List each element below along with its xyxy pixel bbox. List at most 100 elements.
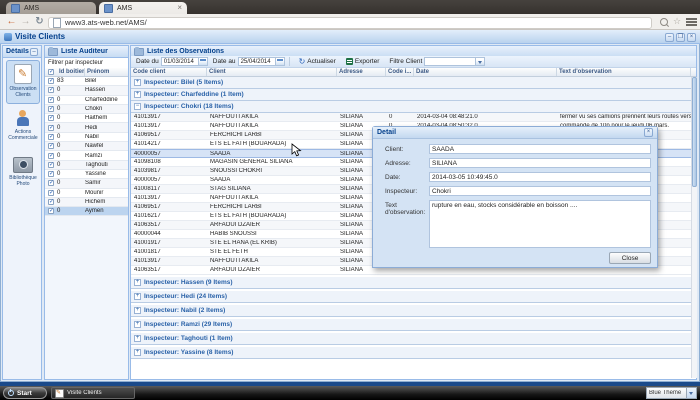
window-minimize-button[interactable]: – xyxy=(665,33,674,42)
checkbox-icon[interactable]: ✓ xyxy=(48,190,54,196)
expand-group-icon[interactable]: + xyxy=(134,321,141,328)
expand-group-icon[interactable]: + xyxy=(134,349,141,356)
refresh-button[interactable]: ↻ xyxy=(33,15,46,28)
window-close-button[interactable]: × xyxy=(687,33,696,42)
column-header[interactable]: Code i... xyxy=(386,68,414,76)
date-to-field[interactable]: 25/04/2014 xyxy=(238,57,276,66)
checkbox-icon[interactable]: ✓ xyxy=(48,208,54,214)
checkbox-icon[interactable]: ✓ xyxy=(48,78,54,84)
checkbox-icon[interactable]: ✓ xyxy=(48,171,54,177)
chevron-down-icon[interactable] xyxy=(476,57,485,66)
column-header[interactable]: Client xyxy=(207,68,337,76)
observation-text-field[interactable]: rupture en eau, stocks considérable en b… xyxy=(429,200,651,248)
auditor-row[interactable]: ✓0Aymen xyxy=(45,207,128,216)
expand-group-icon[interactable]: + xyxy=(134,335,141,342)
auditor-row[interactable]: ✓0Taghouti xyxy=(45,161,128,170)
export-button[interactable]: Exporter xyxy=(343,57,383,66)
theme-selector[interactable]: Blue Theme xyxy=(646,387,697,399)
forward-button[interactable]: → xyxy=(19,15,32,28)
group-header-row[interactable]: +Inspecteur: Yassine (8 Items) xyxy=(131,347,691,359)
close-icon[interactable]: × xyxy=(644,128,653,137)
client-field[interactable]: SAADA xyxy=(429,144,651,154)
date-field[interactable]: 2014-03-05 10:49:45.0 xyxy=(429,172,651,182)
checkbox-icon[interactable]: ✓ xyxy=(48,199,54,205)
checkbox-icon[interactable]: ✓ xyxy=(48,115,54,121)
expand-group-icon[interactable]: + xyxy=(134,91,141,98)
column-header[interactable]: Adresse xyxy=(337,68,386,76)
group-header-row[interactable]: +Inspecteur: Taghouti (1 Item) xyxy=(131,333,691,345)
calendar-icon[interactable] xyxy=(276,57,285,66)
search-icon[interactable] xyxy=(660,18,668,26)
client-filter-combo[interactable] xyxy=(424,57,476,66)
window-restore-button[interactable]: ❐ xyxy=(676,33,685,42)
column-header[interactable]: Prénom xyxy=(85,68,128,76)
column-header[interactable]: Text d'observation xyxy=(557,68,691,76)
tab-close-icon[interactable]: × xyxy=(177,4,182,12)
auditor-row[interactable]: ✓0Haithem xyxy=(45,114,128,123)
observation-text-label: Text d'observation: xyxy=(385,200,429,248)
sidebar-item-bibliotheque-photo[interactable]: Bibliothèque Photo xyxy=(6,152,40,196)
collapse-panel-button[interactable]: – xyxy=(30,48,38,56)
calendar-icon[interactable] xyxy=(199,57,208,66)
auditor-row[interactable]: ✓0Samir xyxy=(45,179,128,188)
column-header[interactable]: Code client xyxy=(131,68,207,76)
auditor-row[interactable]: ✓0Ramzi xyxy=(45,151,128,160)
expand-group-icon[interactable]: + xyxy=(134,79,141,86)
auditor-row[interactable]: ✓0Chokri xyxy=(45,105,128,114)
refresh-data-button[interactable]: ↻ Actualiser xyxy=(296,57,339,67)
auditor-row[interactable]: ✓0Nawfel xyxy=(45,142,128,151)
auditor-row[interactable]: ✓0Charfeddine xyxy=(45,96,128,105)
auditor-row[interactable]: ✓0Hedi xyxy=(45,123,128,132)
table-cell: SNOUSSI CHOKRI xyxy=(207,168,337,174)
auditor-row[interactable]: ✓0Hassen xyxy=(45,86,128,95)
scrollbar-thumb[interactable] xyxy=(692,77,697,187)
checkbox-icon[interactable]: ✓ xyxy=(48,143,54,149)
group-header-row[interactable]: +Inspecteur: Hassen (9 Items) xyxy=(131,277,691,289)
group-header-row[interactable]: +Inspecteur: Ramzi (29 Items) xyxy=(131,319,691,331)
menu-icon[interactable] xyxy=(686,18,697,20)
date-from-field[interactable]: 01/03/2014 xyxy=(161,57,199,66)
checkbox-icon[interactable]: ✓ xyxy=(48,153,54,159)
checkbox-icon[interactable]: ✓ xyxy=(48,106,54,112)
checkbox-icon[interactable]: ✓ xyxy=(48,180,54,186)
browser-tab[interactable]: AMS xyxy=(6,2,96,14)
column-header[interactable]: Id boitier xyxy=(57,68,85,76)
sidebar-item-actions-commerciale[interactable]: Actions Commerciale xyxy=(6,106,40,150)
bookmark-star-icon[interactable]: ☆ xyxy=(673,17,681,26)
auditor-row[interactable]: ✓0Hichem xyxy=(45,198,128,207)
close-button[interactable]: Close xyxy=(609,252,651,264)
address-bar[interactable]: www3.ats-web.net/AMS/ xyxy=(48,17,652,29)
vertical-scrollbar[interactable] xyxy=(691,77,697,378)
dialog-titlebar[interactable]: Detail × xyxy=(373,127,657,139)
group-header-row[interactable]: +Inspecteur: Bilel (5 Items) xyxy=(131,77,691,89)
checkbox-icon[interactable]: ✓ xyxy=(48,134,54,140)
back-button[interactable]: ← xyxy=(5,15,18,28)
auditor-row[interactable]: ✓0Mounir xyxy=(45,189,128,198)
sidebar-item-observation-clients[interactable]: Observation Clients xyxy=(6,60,40,104)
collapse-group-icon[interactable]: − xyxy=(134,103,141,110)
expand-group-icon[interactable]: + xyxy=(134,307,141,314)
table-row[interactable]: 41013917NAFFOUTI AKILASILIANA02014-03-04… xyxy=(131,113,691,122)
checkbox-icon[interactable]: ✓ xyxy=(48,97,54,103)
auditor-row[interactable]: ✓83Bilel xyxy=(45,77,128,86)
inspecteur-field[interactable]: Chokri xyxy=(429,186,651,196)
checkbox-icon[interactable]: ✓ xyxy=(48,162,54,168)
auditor-row[interactable]: ✓0Nabil xyxy=(45,133,128,142)
group-header-row[interactable]: −Inspecteur: Chokri (18 Items) xyxy=(131,101,691,113)
observations-panel-title: Liste des Observations xyxy=(147,48,224,55)
checkbox-icon[interactable]: ✓ xyxy=(48,125,54,131)
adresse-field[interactable]: SILIANA xyxy=(429,158,651,168)
checkbox-icon[interactable]: ✓ xyxy=(48,87,54,93)
checkbox-icon[interactable]: ✓ xyxy=(48,69,54,75)
group-header-row[interactable]: +Inspecteur: Nabil (2 Items) xyxy=(131,305,691,317)
start-button[interactable]: Start xyxy=(3,387,47,399)
browser-tab-active[interactable]: AMS × xyxy=(99,2,187,14)
column-header[interactable]: Date xyxy=(414,68,557,76)
expand-group-icon[interactable]: + xyxy=(134,279,141,286)
group-header-row[interactable]: +Inspecteur: Hedi (24 Items) xyxy=(131,291,691,303)
window-titlebar[interactable]: Visite Clients xyxy=(0,30,700,44)
expand-group-icon[interactable]: + xyxy=(134,293,141,300)
taskbar-item-visite-clients[interactable]: Visite Clients xyxy=(51,387,135,399)
group-header-row[interactable]: +Inspecteur: Charfeddine (1 Item) xyxy=(131,89,691,101)
auditor-row[interactable]: ✓0Yassine xyxy=(45,170,128,179)
